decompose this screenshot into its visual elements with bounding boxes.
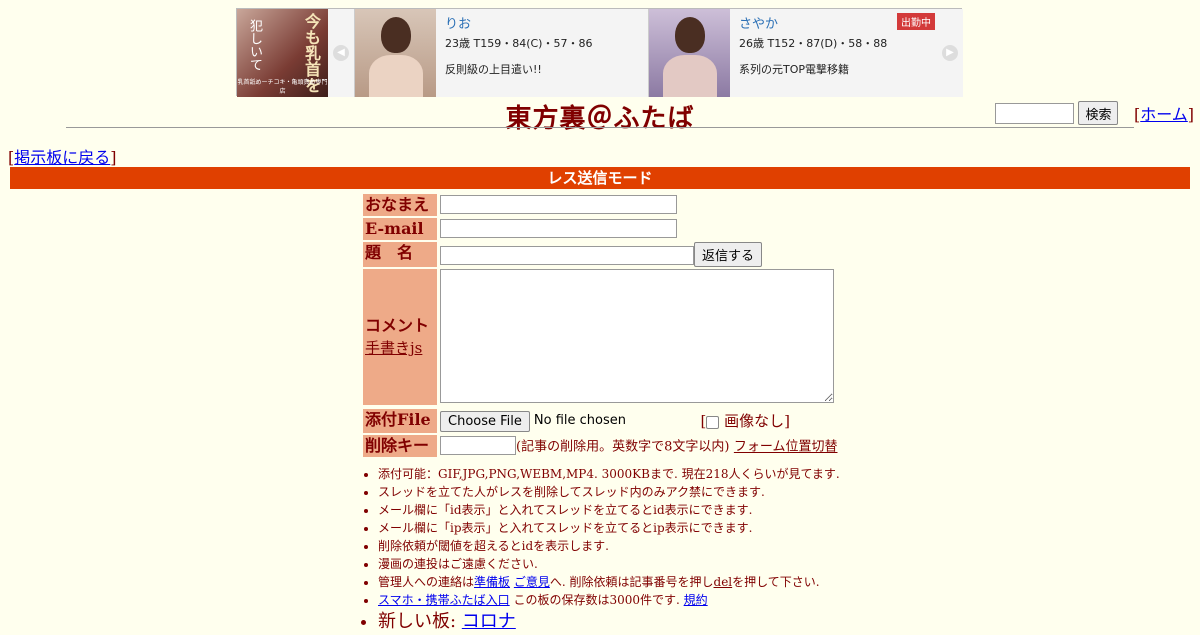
home-link[interactable]: ホーム (1140, 105, 1188, 124)
home-nav: [ホーム] (1134, 105, 1195, 124)
feedback-link[interactable]: ご意見 (514, 575, 550, 589)
card-name: さやか (739, 17, 779, 32)
list-item: 削除依頼が閾値を超えるとidを表示します. (378, 537, 840, 555)
email-label: E-mail (363, 218, 437, 240)
no-image-option: [ 画像なし] (700, 412, 790, 430)
rules-link[interactable]: 規約 (684, 593, 708, 607)
comment-label: コメント (365, 316, 430, 335)
subject-field[interactable] (440, 245, 694, 265)
email-field[interactable] (440, 219, 677, 238)
banner-ad-image[interactable]: 今も乳首を 犯しいて 乳首舐めーチコキ・亀頭責め専門店 (237, 9, 328, 97)
card-stats: 23歳 T159・84(C)・57・86 (445, 37, 593, 50)
search-button[interactable]: 検索 (1078, 101, 1119, 125)
delkey-note: (記事の削除用。英数字で8文字以内) (516, 439, 730, 455)
card-name: りお (445, 17, 472, 32)
search-form: 検索 (995, 101, 1119, 125)
card-desc: 系列の元TOP電撃移籍 (739, 63, 850, 76)
status-badge: 出勤中 (897, 13, 935, 30)
name-field[interactable] (440, 195, 677, 214)
card-stats: 26歳 T152・87(D)・58・88 (739, 37, 888, 50)
list-item: スマホ・携帯ふたば入口 この板の保存数は3000件です. 規約 (378, 591, 840, 609)
rules-list: 添付可能：GIF,JPG,PNG,WEBM,MP4. 3000KBまで. 現在2… (363, 465, 840, 635)
list-item: メール欄に「ip表示」と入れてスレッドを立てるとip表示にできます. (378, 519, 840, 537)
banner-prev-button[interactable]: ◀ (328, 9, 354, 97)
file-status: No file chosen (533, 413, 626, 428)
delete-key-field[interactable] (440, 436, 516, 455)
list-item: 添付可能：GIF,JPG,PNG,WEBM,MP4. 3000KBまで. 現在2… (378, 465, 840, 483)
mobile-entry-link[interactable]: スマホ・携帯ふたば入口 (378, 593, 510, 607)
chevron-left-icon: ◀ (333, 45, 349, 61)
ad-banner: 今も乳首を 犯しいて 乳首舐めーチコキ・亀頭責め専門店 ◀ りお 23歳 T15… (236, 8, 963, 97)
new-board-link[interactable]: コロナ (462, 611, 516, 632)
junbi-board-link[interactable]: 準備板 (474, 575, 510, 589)
search-input[interactable] (995, 102, 1074, 124)
comment-label-cell: コメント 手書きjs (363, 269, 437, 405)
card-desc: 反則級の上目遣い!! (445, 63, 542, 76)
tegaki-link[interactable]: 手書きjs (365, 337, 437, 359)
form-position-toggle-link[interactable]: フォーム位置切替 (734, 440, 838, 455)
list-item: スレッドを立てた人がレスを削除してスレッド内のみアク禁にできます. (378, 483, 840, 501)
banner-card[interactable]: さやか 26歳 T152・87(D)・58・88 系列の元TOP電撃移籍 出勤中 (648, 9, 941, 97)
file-label: 添付File (363, 409, 437, 433)
delkey-label: 削除キー (363, 435, 437, 457)
chevron-right-icon: ▶ (942, 45, 958, 61)
no-image-checkbox[interactable] (706, 415, 720, 429)
del-text: del (713, 575, 733, 589)
submit-reply-button[interactable]: 返信する (694, 242, 763, 267)
banner-card[interactable]: りお 23歳 T159・84(C)・57・86 反則級の上目遣い!! (354, 9, 648, 97)
back-to-board-link[interactable]: 掲示板に戻る (14, 148, 110, 167)
list-item: メール欄に「id表示」と入れてスレッドを立てるとid表示にできます. (378, 501, 840, 519)
banner-next-button[interactable]: ▶ (937, 9, 963, 97)
ad-text-2: 犯しいて (247, 19, 262, 71)
name-label: おなまえ (363, 194, 437, 216)
back-nav: [掲示板に戻る] (8, 148, 117, 167)
ad-footer: 乳首舐めーチコキ・亀頭責め専門店 (237, 79, 328, 95)
list-item: 漫画の連投はご遠慮ください. (378, 555, 840, 573)
reply-form: おなまえ E-mail 題 名 返信する コメント 手書きjs 添付File C… (363, 194, 838, 459)
comment-textarea[interactable] (440, 269, 834, 403)
subject-label: 題 名 (363, 242, 437, 267)
profile-photo (649, 9, 730, 97)
profile-photo (355, 9, 436, 97)
choose-file-button[interactable]: Choose File (440, 410, 530, 432)
list-item: 新しい板: コロナ (378, 609, 840, 635)
divider (66, 127, 1134, 128)
list-item: 管理人への連絡は準備板 ご意見へ. 削除依頼は記事番号を押しdelを押して下さい… (378, 573, 840, 591)
reply-mode-bar: レス送信モード (10, 167, 1190, 189)
